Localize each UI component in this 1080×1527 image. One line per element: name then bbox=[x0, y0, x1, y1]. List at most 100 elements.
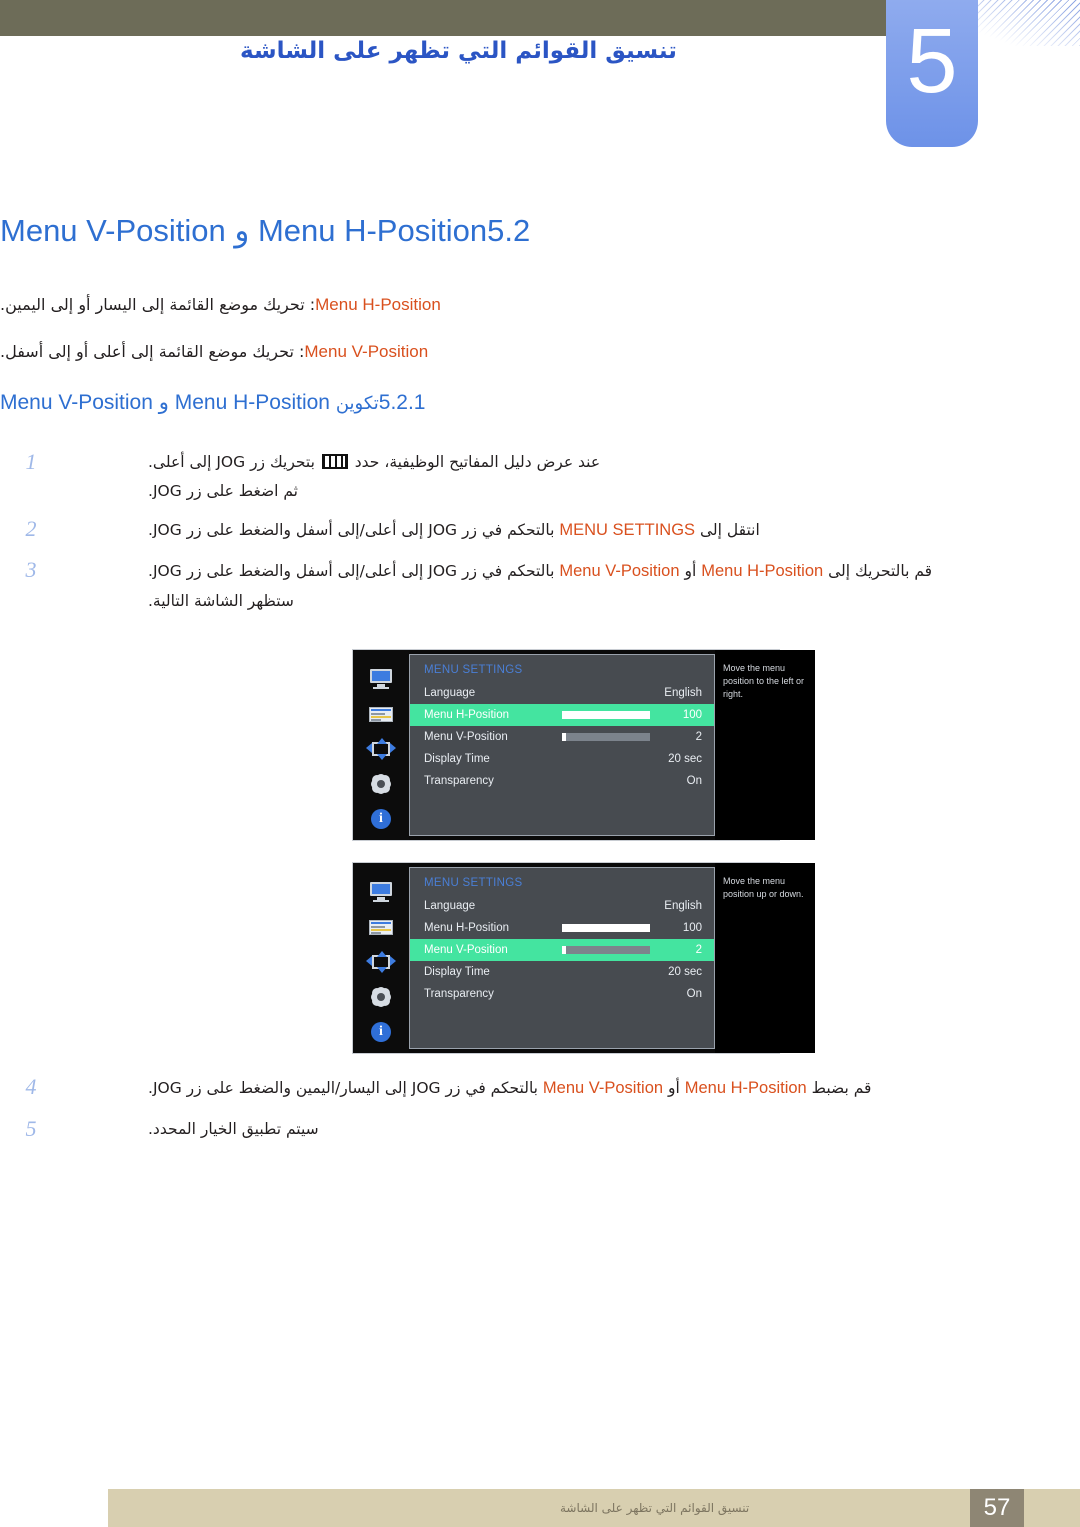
info-icon bbox=[366, 1021, 396, 1043]
section-title: Menu H-Position و Menu V-Position bbox=[0, 213, 488, 248]
step4-term-2: Menu V-Position bbox=[542, 1079, 664, 1097]
subsection-number: 5.2.1 bbox=[378, 391, 426, 414]
step-text: سيتم تطبيق الخيار المحدد. bbox=[148, 1120, 319, 1138]
osd-row-label: Menu H-Position bbox=[424, 922, 510, 934]
osd-slider-v[interactable] bbox=[552, 733, 654, 741]
step-number: 2 bbox=[25, 516, 37, 541]
osd-row-value: 2 bbox=[695, 731, 702, 743]
osd-row-label: Menu H-Position bbox=[424, 709, 510, 721]
chapter-title: تنسيق القوائم التي تظهر على الشاشة bbox=[240, 38, 677, 64]
osd-row-transparency[interactable]: Transparency On bbox=[410, 770, 714, 792]
step3-pre: قم بالتحريك إلى bbox=[828, 562, 933, 580]
page-number: 57 bbox=[970, 1489, 1024, 1527]
osd-help-text: Move the menu position to the left or ri… bbox=[715, 650, 815, 840]
step2-post: بالتحكم في زر JOG إلى أعلى/إلى أسفل والض… bbox=[148, 521, 555, 539]
step-1: 1 عند عرض دليل المفاتيح الوظيفية، حدد بت… bbox=[0, 448, 1000, 507]
step2-term: MENU SETTINGS bbox=[559, 521, 696, 539]
monitor-icon bbox=[366, 881, 396, 903]
osd-row-value: 20 sec bbox=[668, 966, 702, 978]
osd-row-label: Display Time bbox=[424, 753, 490, 765]
monitor-icon bbox=[366, 668, 396, 690]
osd-slider-h[interactable] bbox=[552, 711, 654, 719]
step3-post: بالتحكم في زر JOG إلى أعلى/إلى أسفل والض… bbox=[148, 562, 555, 580]
osd-row-language[interactable]: Language English bbox=[410, 682, 714, 704]
footer-running-title: تنسيق القوائم التي تظهر على الشاشة bbox=[560, 1501, 750, 1515]
osd-menu-panel: MENU SETTINGS Language English Menu H-Po… bbox=[409, 867, 715, 1049]
osd-row-menu-v-position[interactable]: Menu V-Position 2 bbox=[410, 726, 714, 748]
bullet-menu-h-position: Menu H-Position: تحريك موضع القائمة إلى … bbox=[0, 295, 905, 315]
gear-icon bbox=[366, 773, 396, 795]
bullet-menu-v-position: Menu V-Position: تحريك موضع القائمة إلى … bbox=[0, 342, 905, 362]
subsection-title-arabic: تكوين bbox=[335, 393, 379, 414]
step-3: 3 قم بالتحريك إلى Menu H-Position أو Men… bbox=[0, 556, 1000, 617]
step-text: قم بضبط Menu H-Position أو Menu V-Positi… bbox=[62, 1073, 1000, 1104]
step-4: 4 قم بضبط Menu H-Position أو Menu V-Posi… bbox=[0, 1073, 1000, 1104]
osd-row-label: Transparency bbox=[424, 775, 494, 787]
bullet-text: : تحريك موضع القائمة إلى اليسار أو إلى ا… bbox=[0, 295, 316, 314]
section-heading: 5.2Menu H-Position و Menu V-Position bbox=[0, 213, 1000, 249]
step3-mid: أو bbox=[684, 562, 697, 580]
osd-rows: Language English Menu H-Position 100 Men… bbox=[410, 895, 714, 1005]
position-arrows-icon bbox=[366, 951, 396, 973]
osd-row-menu-h-position[interactable]: Menu H-Position 100 bbox=[410, 704, 714, 726]
subsection-title-latin: Menu H-Position و Menu V-Position bbox=[0, 391, 330, 414]
osd-row-label: Language bbox=[424, 687, 476, 699]
osd-slider-v[interactable] bbox=[552, 946, 654, 954]
osd-row-value: English bbox=[664, 687, 702, 699]
bullet-text: : تحريك موضع القائمة إلى أعلى أو إلى أسف… bbox=[0, 342, 305, 361]
osd-row-display-time[interactable]: Display Time 20 sec bbox=[410, 748, 714, 770]
step-number: 4 bbox=[25, 1074, 37, 1099]
step3-note: ستظهر الشاشة التالية. bbox=[148, 592, 294, 611]
osd-icon-rail bbox=[353, 650, 409, 840]
info-icon bbox=[366, 808, 396, 830]
step-number: 1 bbox=[25, 449, 37, 474]
step-number: 5 bbox=[25, 1116, 37, 1141]
step3-term-2: Menu V-Position bbox=[559, 562, 680, 580]
osd-row-menu-h-position[interactable]: Menu H-Position 100 bbox=[410, 917, 714, 939]
step-text: انتقل إلى MENU SETTINGS بالتحكم في زر JO… bbox=[62, 515, 1000, 546]
step4-post: بالتحكم في زر JOG إلى اليسار/اليمين والض… bbox=[148, 1079, 538, 1097]
osd-row-label: Transparency bbox=[424, 988, 494, 1000]
osd-menu-title: MENU SETTINGS bbox=[424, 877, 523, 889]
step2-pre: انتقل إلى bbox=[700, 521, 760, 539]
osd-row-value: 100 bbox=[682, 922, 702, 934]
step-2: 2 انتقل إلى MENU SETTINGS بالتحكم في زر … bbox=[0, 515, 1000, 546]
picture-settings-icon bbox=[366, 916, 396, 938]
subsection-heading: 5.2.1تكوين Menu H-Position و Menu V-Posi… bbox=[0, 390, 918, 415]
osd-row-label: Menu V-Position bbox=[424, 731, 508, 743]
chapter-number: 5 bbox=[906, 10, 958, 112]
step1-part-c: ثم اضغط على زر JOG. bbox=[148, 482, 298, 501]
step4-term-1: Menu H-Position bbox=[684, 1079, 807, 1097]
function-key-guide-icon bbox=[321, 454, 348, 469]
osd-icon-rail bbox=[353, 863, 409, 1053]
osd-row-value: English bbox=[664, 900, 702, 912]
gear-icon bbox=[366, 986, 396, 1008]
osd-row-value: On bbox=[686, 775, 702, 787]
osd-row-value: 2 bbox=[695, 944, 702, 956]
osd-screenshot-1: MENU SETTINGS Language English Menu H-Po… bbox=[352, 649, 815, 841]
osd-row-menu-v-position[interactable]: Menu V-Position 2 bbox=[410, 939, 714, 961]
section-number: 5.2 bbox=[487, 213, 531, 248]
header-olive-bar bbox=[0, 0, 886, 36]
osd-row-label: Menu V-Position bbox=[424, 944, 508, 956]
step-text: قم بالتحريك إلى Menu H-Position أو Menu … bbox=[62, 556, 1000, 617]
bullet-term: Menu H-Position bbox=[315, 295, 441, 314]
step1-part-a: عند عرض دليل المفاتيح الوظيفية، حدد bbox=[354, 453, 601, 471]
osd-rows: Language English Menu H-Position 100 Men… bbox=[410, 682, 714, 792]
decorative-hatch-pattern bbox=[978, 0, 1080, 46]
step-number: 3 bbox=[25, 557, 37, 582]
osd-row-language[interactable]: Language English bbox=[410, 895, 714, 917]
osd-screenshot-2: MENU SETTINGS Language English Menu H-Po… bbox=[352, 862, 815, 1054]
osd-row-value: On bbox=[686, 988, 702, 1000]
osd-row-display-time[interactable]: Display Time 20 sec bbox=[410, 961, 714, 983]
position-arrows-icon bbox=[366, 738, 396, 760]
step1-part-b: بتحريك زر JOG إلى أعلى. bbox=[148, 453, 315, 471]
osd-row-label: Display Time bbox=[424, 966, 490, 978]
osd-row-value: 100 bbox=[682, 709, 702, 721]
osd-help-text: Move the menu position up or down. bbox=[715, 863, 815, 1053]
osd-slider-h[interactable] bbox=[552, 924, 654, 932]
osd-row-label: Language bbox=[424, 900, 476, 912]
step-text: عند عرض دليل المفاتيح الوظيفية، حدد بتحر… bbox=[62, 448, 1000, 507]
step4-mid: أو bbox=[668, 1079, 680, 1097]
osd-row-transparency[interactable]: Transparency On bbox=[410, 983, 714, 1005]
